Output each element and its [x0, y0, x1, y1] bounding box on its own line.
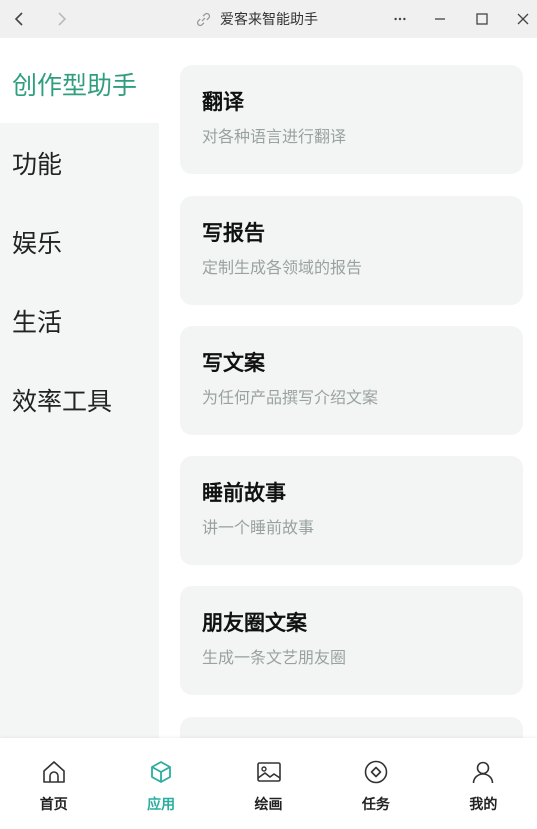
- nav-label: 应用: [147, 797, 176, 813]
- nav-label: 首页: [39, 797, 68, 813]
- card-title: 写文案: [202, 351, 265, 375]
- user-icon: [473, 761, 494, 784]
- category-sidebar: 创作型助手 功能 娱乐 生活 效率工具: [0, 44, 159, 738]
- home-icon: [42, 761, 65, 783]
- forward-button[interactable]: [49, 7, 73, 31]
- card-title: 写报告: [202, 221, 265, 245]
- card-description: 对各种语言进行翻译: [202, 127, 347, 146]
- assistant-card-partial[interactable]: [180, 717, 523, 738]
- minimize-button[interactable]: [428, 7, 452, 31]
- card-description: 生成一条文艺朋友圈: [202, 648, 347, 667]
- assistant-card-translate[interactable]: 翻译 对各种语言进行翻译: [180, 65, 523, 174]
- sidebar-item-efficiency-tools[interactable]: 效率工具: [0, 360, 159, 439]
- nav-home[interactable]: 首页: [0, 738, 107, 829]
- card-title: 翻译: [202, 90, 244, 114]
- link-icon: [196, 12, 211, 26]
- more-button[interactable]: [388, 7, 412, 31]
- nav-label: 绘画: [254, 797, 283, 813]
- forward-arrow-icon: [58, 12, 67, 26]
- nav-tasks[interactable]: 任务: [322, 738, 429, 829]
- assistant-card-bedtime-story[interactable]: 睡前故事 讲一个睡前故事: [180, 456, 523, 565]
- maximize-icon: [476, 13, 488, 25]
- task-circle-icon: [364, 760, 388, 784]
- window-title-group: 爱客来智能助手: [196, 0, 318, 38]
- nav-apps[interactable]: 应用: [107, 738, 214, 829]
- sidebar-item-life[interactable]: 生活: [0, 281, 159, 360]
- card-title: 朋友圈文案: [202, 611, 307, 635]
- assistant-card-copywriting[interactable]: 写文案 为任何产品撰写介绍文案: [180, 326, 523, 435]
- assistant-card-report[interactable]: 写报告 定制生成各领域的报告: [180, 196, 523, 305]
- sidebar-item-creative[interactable]: 创作型助手: [0, 44, 159, 123]
- more-icon: [394, 17, 406, 21]
- close-button[interactable]: [511, 7, 535, 31]
- image-icon: [256, 762, 281, 782]
- assistant-card-moments[interactable]: 朋友圈文案 生成一条文艺朋友圈: [180, 586, 523, 695]
- bottom-nav: 首页 应用 绘画 任务 我的: [0, 738, 537, 829]
- card-title: 睡前故事: [202, 481, 286, 505]
- card-description: 讲一个睡前故事: [202, 518, 315, 537]
- assistant-list: 翻译 对各种语言进行翻译 写报告 定制生成各领域的报告 写文案 为任何产品撰写介…: [159, 44, 537, 738]
- close-icon: [517, 13, 529, 25]
- back-button[interactable]: [8, 7, 32, 31]
- minimize-icon: [435, 18, 445, 20]
- card-description: 为任何产品撰写介绍文案: [202, 388, 379, 407]
- card-description: 定制生成各领域的报告: [202, 258, 363, 277]
- nav-profile[interactable]: 我的: [430, 738, 537, 829]
- nav-drawing[interactable]: 绘画: [215, 738, 322, 829]
- window-title: 爱客来智能助手: [220, 12, 318, 28]
- sidebar-item-entertainment[interactable]: 娱乐: [0, 202, 159, 281]
- sidebar-item-functions[interactable]: 功能: [0, 123, 159, 202]
- nav-label: 我的: [469, 797, 498, 813]
- back-arrow-icon: [14, 12, 23, 26]
- nav-label: 任务: [361, 797, 390, 813]
- maximize-button[interactable]: [470, 7, 494, 31]
- title-bar: 爱客来智能助手: [0, 0, 537, 38]
- cube-icon: [151, 761, 172, 783]
